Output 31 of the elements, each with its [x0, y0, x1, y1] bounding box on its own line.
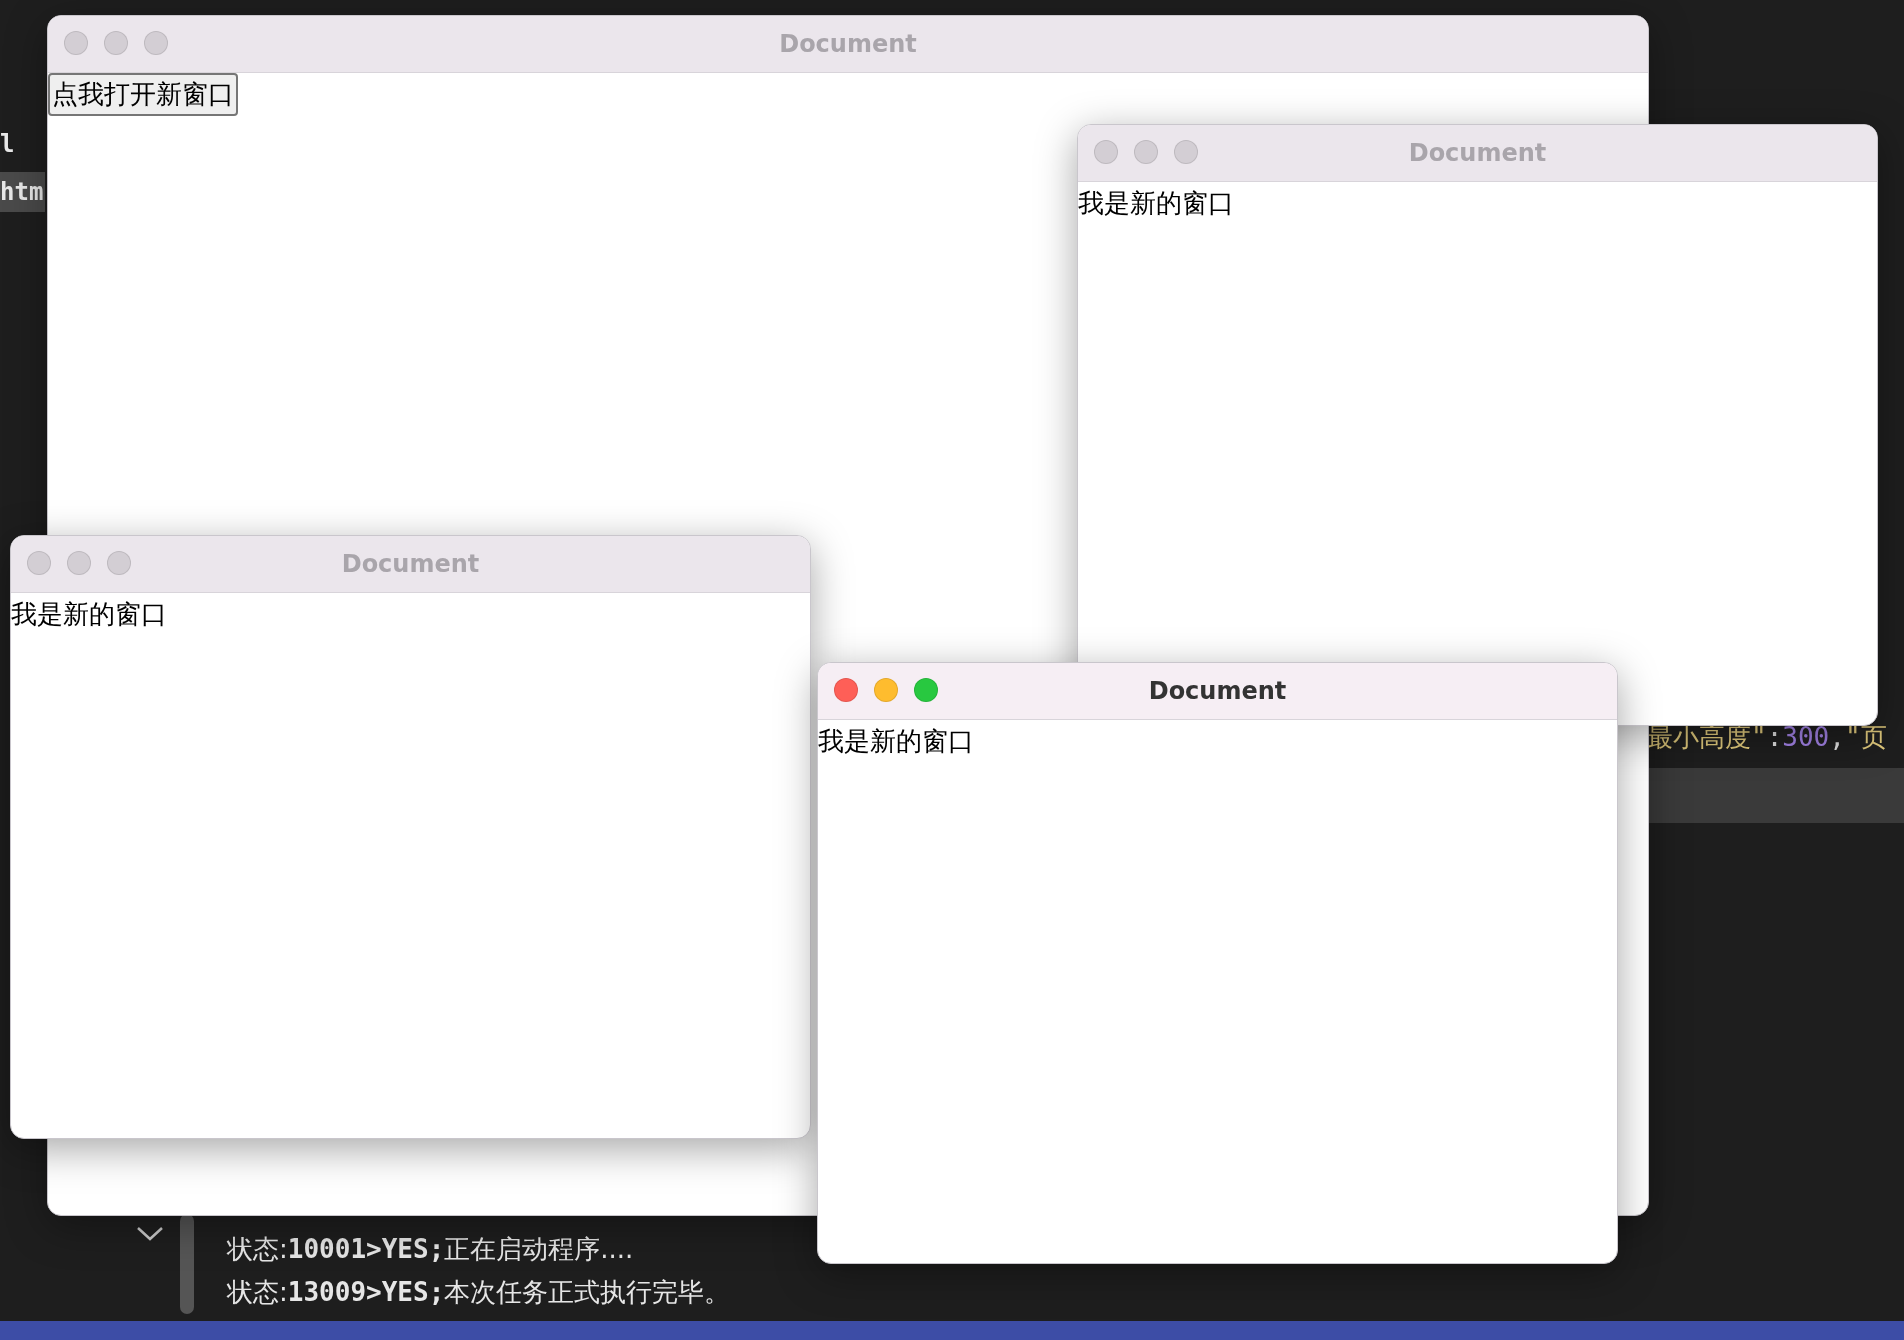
- code-token: :: [1766, 722, 1783, 752]
- code-token: 300: [1782, 722, 1830, 752]
- page-text: 我是新的窗口: [818, 725, 974, 758]
- open-window-button[interactable]: 点我打开新窗口: [48, 73, 238, 116]
- console-line: 状态:10001>YES;正在启动程序....: [227, 1233, 635, 1266]
- window-control-icon[interactable]: [144, 31, 168, 55]
- window-title: Document: [779, 30, 917, 58]
- chevron-down-icon[interactable]: [136, 1226, 164, 1242]
- window-title: Document: [1148, 677, 1287, 705]
- window-control-icon[interactable]: [27, 551, 51, 575]
- window-control-icon[interactable]: [914, 678, 938, 702]
- code-token: 最小高度": [1647, 722, 1767, 752]
- window-control-icon[interactable]: [1174, 140, 1198, 164]
- window-control-icon[interactable]: [834, 678, 858, 702]
- window-title: Document: [1408, 139, 1547, 167]
- scrollbar[interactable]: [180, 1214, 194, 1314]
- window-control-icon[interactable]: [1134, 140, 1158, 164]
- window-control-icon[interactable]: [1094, 140, 1118, 164]
- code-token: "页: [1844, 722, 1887, 752]
- window-title: Document: [341, 550, 480, 578]
- console-line: 状态:13009>YES;本次任务正式执行完毕。: [227, 1276, 731, 1309]
- window-control-icon[interactable]: [107, 551, 131, 575]
- page-text: 我是新的窗口: [1078, 187, 1234, 220]
- window-control-icon[interactable]: [104, 31, 128, 55]
- code-fragment: l: [0, 129, 16, 160]
- window-control-icon[interactable]: [64, 31, 88, 55]
- window-control-icon[interactable]: [67, 551, 91, 575]
- window-control-icon[interactable]: [874, 678, 898, 702]
- page-text: 我是新的窗口: [11, 598, 167, 631]
- code-token: ,: [1829, 722, 1845, 752]
- code-fragment: htm: [0, 172, 46, 212]
